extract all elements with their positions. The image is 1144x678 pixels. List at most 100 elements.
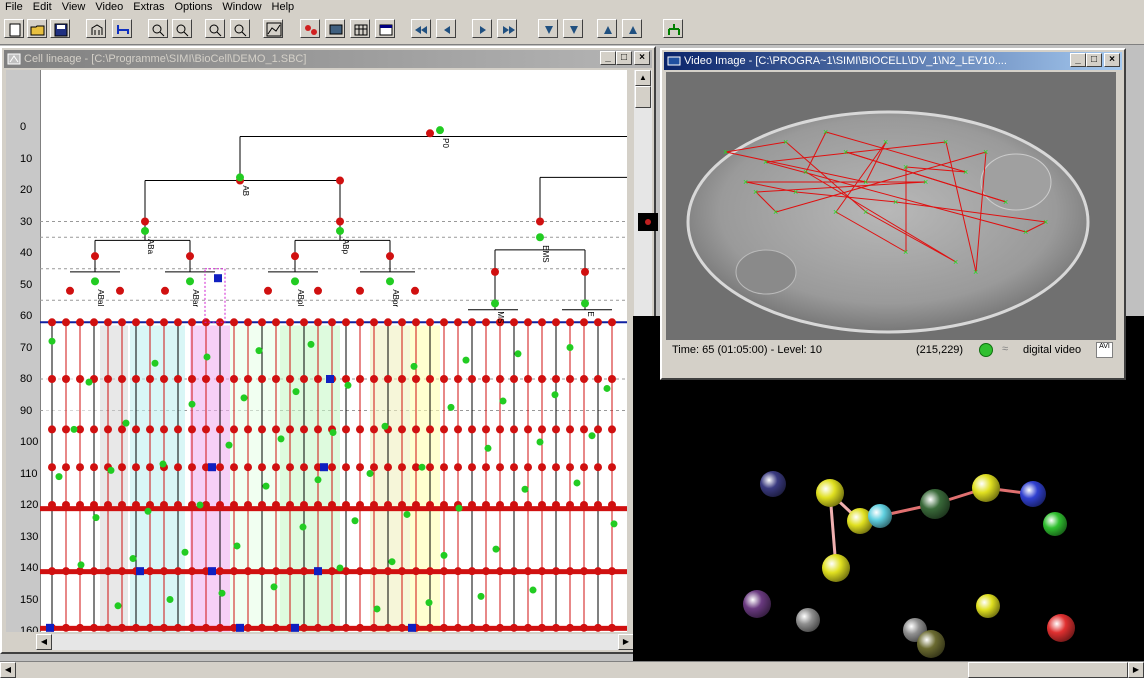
cell-node[interactable]: [76, 375, 84, 383]
cell-node[interactable]: [426, 463, 434, 472]
cell-node[interactable]: [342, 375, 350, 383]
lineage-horizontal-scrollbar[interactable]: ◀ ▶: [36, 634, 634, 650]
cell-node[interactable]: [482, 463, 490, 472]
video-image-titlebar[interactable]: Video Image - [C:\PROGRA~1\SIMI\BIOCELL\…: [664, 52, 1122, 70]
cell-node[interactable]: [118, 463, 126, 472]
cell-node[interactable]: [551, 391, 559, 399]
cell-node[interactable]: [62, 375, 70, 383]
cell-node[interactable]: [426, 318, 434, 327]
cell-node[interactable]: [272, 463, 280, 472]
level-down-icon[interactable]: [538, 19, 558, 38]
cell-node[interactable]: [552, 318, 560, 327]
cell-node[interactable]: [299, 523, 307, 531]
cell-node[interactable]: [216, 425, 224, 434]
cell-node[interactable]: [468, 463, 476, 472]
cell-node[interactable]: [114, 602, 122, 610]
tracked-cell-marker[interactable]: ×: [783, 137, 788, 147]
cell-node[interactable]: [336, 564, 344, 572]
cell-node[interactable]: [482, 318, 490, 327]
main-scroll-right-arrow-icon[interactable]: ▶: [1128, 662, 1144, 678]
cell-node[interactable]: [258, 425, 266, 434]
cell-node[interactable]: [62, 425, 70, 434]
cell-node[interactable]: [603, 384, 611, 392]
cell-node[interactable]: [398, 375, 406, 383]
cell-node[interactable]: [104, 425, 112, 434]
step-forward-icon[interactable]: [497, 19, 517, 38]
cell-node[interactable]: [300, 318, 308, 327]
cell-node[interactable]: [286, 425, 294, 434]
tracked-cell-marker[interactable]: ×: [903, 162, 908, 172]
cell-node[interactable]: [92, 514, 100, 522]
cell-node[interactable]: [566, 425, 574, 434]
tracked-cell-marker[interactable]: ×: [723, 147, 728, 157]
cell-node[interactable]: [356, 318, 364, 327]
cell-node[interactable]: [608, 463, 616, 472]
menu-file[interactable]: File: [0, 0, 28, 14]
cell-node[interactable]: [580, 375, 588, 383]
cell-node[interactable]: [151, 359, 159, 367]
minimize-button[interactable]: _: [600, 51, 616, 65]
cell-node[interactable]: [510, 318, 518, 327]
cell-node[interactable]: [122, 419, 130, 427]
tracked-cell-marker[interactable]: ×: [863, 177, 868, 187]
cell-node[interactable]: [230, 425, 238, 434]
tracked-cell-marker[interactable]: ×: [953, 257, 958, 267]
cell-node[interactable]: [292, 388, 300, 396]
cell-node[interactable]: [225, 441, 233, 449]
cell-node[interactable]: [314, 318, 322, 327]
cell-node[interactable]: [76, 318, 84, 327]
cell-node[interactable]: [440, 425, 448, 434]
cell-node[interactable]: [351, 517, 359, 525]
cell-node[interactable]: [48, 425, 56, 434]
cell-node[interactable]: [329, 429, 337, 437]
cell-sphere[interactable]: [822, 554, 850, 582]
close-button[interactable]: ×: [634, 51, 650, 65]
cell-node[interactable]: [300, 425, 308, 434]
tracked-cell-marker[interactable]: ×: [793, 187, 798, 197]
cell-node[interactable]: [62, 463, 70, 472]
cell-node[interactable]: [132, 463, 140, 472]
cell-node-labelled[interactable]: [581, 299, 589, 308]
tracked-cell-marker[interactable]: ×: [943, 137, 948, 147]
step-back-icon[interactable]: [411, 19, 431, 38]
cell-node[interactable]: [468, 425, 476, 434]
cell-node[interactable]: [356, 375, 364, 383]
zoom-out-icon[interactable]: [172, 19, 192, 38]
cell-node[interactable]: [146, 318, 154, 327]
cell-sphere[interactable]: [972, 474, 1000, 502]
tracked-cell-marker[interactable]: ×: [893, 197, 898, 207]
cell-node[interactable]: [370, 375, 378, 383]
cell-node[interactable]: [314, 476, 322, 484]
cell-node[interactable]: [314, 425, 322, 434]
cell-node[interactable]: [160, 318, 168, 327]
grid-icon[interactable]: [350, 19, 370, 38]
cell-node[interactable]: [174, 463, 182, 472]
cell-node[interactable]: [258, 318, 266, 327]
cell-node[interactable]: [48, 375, 56, 383]
cell-node[interactable]: [300, 463, 308, 472]
cell-sphere[interactable]: [976, 594, 1000, 618]
close-button[interactable]: ×: [1104, 53, 1120, 67]
main-scroll-left-arrow-icon[interactable]: ◀: [0, 662, 16, 678]
cell-node[interactable]: [608, 375, 616, 383]
cell-node[interactable]: [381, 422, 389, 430]
cell-node[interactable]: [386, 252, 394, 261]
zoom-in-icon[interactable]: [148, 19, 168, 38]
cell-node[interactable]: [291, 252, 299, 261]
lineage-icon[interactable]: [86, 19, 106, 38]
cell-node[interactable]: [524, 375, 532, 383]
cell-node[interactable]: [492, 545, 500, 553]
cell-node[interactable]: [514, 350, 522, 358]
cell-node[interactable]: [314, 286, 322, 295]
graph-icon[interactable]: [263, 19, 283, 38]
cell-node[interactable]: [455, 504, 463, 512]
tracked-cell-marker[interactable]: ×: [1003, 197, 1008, 207]
link-icon[interactable]: [112, 19, 132, 38]
cell-node[interactable]: [277, 435, 285, 443]
cell-node[interactable]: [566, 375, 574, 383]
cell-node[interactable]: [91, 252, 99, 261]
cell-node[interactable]: [454, 375, 462, 383]
cell-node[interactable]: [328, 318, 336, 327]
cell-node[interactable]: [454, 318, 462, 327]
cell-node[interactable]: [482, 425, 490, 434]
